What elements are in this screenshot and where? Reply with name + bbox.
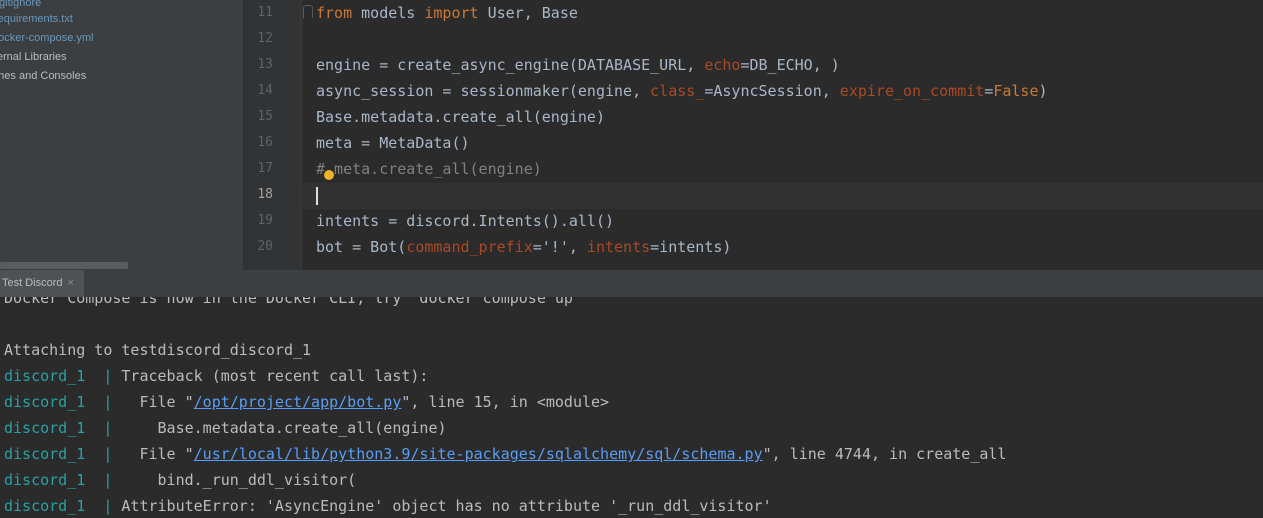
code-line[interactable]: intents = discord.Intents().all() [316,208,614,234]
line-number: 17 [257,161,273,176]
gutter-divider [300,0,301,270]
console-text: File " [121,393,194,411]
close-icon[interactable]: × [68,277,74,289]
service-prefix: discord_1 | [4,471,122,489]
console-text: Base.metadata.create_all(engine) [121,419,447,437]
code-token: meta = MetaData() [316,134,470,152]
code-token: User, Base [478,4,578,22]
service-prefix: discord_1 | [4,419,122,437]
code-token: =DB_ECHO, ) [740,56,840,74]
line-number: 11 [257,5,273,20]
code-token: bot = Bot( [316,238,407,256]
code-token: False [993,82,1039,100]
code-line[interactable]: meta = MetaData() [316,130,470,156]
line-number: 20 [257,239,273,254]
code-token: intents [586,238,651,256]
console-text: ", line 4744, in create_all [762,445,1007,463]
line-number: 19 [257,213,273,228]
code-token: ='!', [532,238,587,256]
code-token: expire_on_commit [839,82,985,100]
code-token: =AsyncSession, [704,82,840,100]
console-line: discord_1 | File "/usr/local/lib/python3… [4,441,1006,467]
code-token: = [984,82,994,100]
console-line: discord_1 | bind._run_ddl_visitor( [4,467,356,493]
console-line: Attaching to testdiscord_discord_1 [4,337,311,363]
line-number-current: 18 [257,187,273,202]
tree-item-docker-compose[interactable]: docker-compose.yml [0,29,93,48]
code-token: =intents) [650,238,732,256]
code-line[interactable]: engine = create_async_engine(DATABASE_UR… [316,52,840,78]
console-text: Traceback (most recent call last): [121,367,429,385]
lightbulb-icon[interactable] [324,170,334,180]
console-line: discord_1 | File "/opt/project/app/bot.p… [4,389,609,415]
fold-icon[interactable] [303,5,313,18]
project-tree: .gitignore requirements.txt docker-compo… [0,0,243,270]
console-text: ", line 15, in <module> [401,393,610,411]
code-token: # meta.create_all(engine) [316,160,542,178]
code-line[interactable]: bot = Bot(command_prefix='!', intents=in… [316,234,731,260]
code-token: ) [1038,82,1048,100]
code-token: class_ [650,82,705,100]
line-number: 13 [257,57,273,72]
tab-label: Test Discord [2,277,63,289]
current-line-highlight [303,183,1263,209]
code-token: import [424,4,479,22]
console-text: File " [121,445,194,463]
console-output[interactable]: Docker Compose is now in the Docker CLI,… [0,297,1263,518]
sidebar-scrollbar[interactable] [0,262,128,269]
tab-test-discord[interactable]: Test Discord × [0,270,84,297]
run-tool-window-header: Test Discord × [0,270,1263,298]
service-prefix: discord_1 | [4,445,122,463]
code-token: Base.metadata.create_all(engine) [316,108,605,126]
console-line: discord_1 | AttributeError: 'AsyncEngine… [4,493,772,518]
console-line: discord_1 | Base.metadata.create_all(eng… [4,415,447,441]
code-token: async_session = sessionmaker(engine, [316,82,651,100]
console-text: AttributeError: 'AsyncEngine' object has… [121,497,772,515]
code-line[interactable]: from models import User, Base [316,0,578,26]
line-number: 15 [257,109,273,124]
code-line[interactable]: async_session = sessionmaker(engine, cla… [316,78,1048,104]
code-token: models [352,4,425,22]
console-line: discord_1 | Traceback (most recent call … [4,363,428,389]
code-line[interactable]: Base.metadata.create_all(engine) [316,104,605,130]
line-number: 16 [257,135,273,150]
code-token: intents = discord.Intents().all() [316,212,615,230]
line-number: 14 [257,83,273,98]
console-text: bind._run_ddl_visitor( [121,471,357,489]
code-token: command_prefix [406,238,533,256]
line-number: 12 [257,31,273,46]
tree-item-external-libraries[interactable]: External Libraries [0,48,67,67]
tree-item-requirements[interactable]: requirements.txt [0,10,73,29]
tree-item-scratches[interactable]: Scratches and Consoles [0,67,86,86]
console-line: Docker Compose is now in the Docker CLI,… [4,297,582,311]
console-text: Docker Compose is now in the Docker CLI,… [4,297,582,307]
code-token: echo [704,56,741,74]
service-prefix: discord_1 | [4,393,122,411]
code-token: from [316,4,353,22]
code-line[interactable]: # meta.create_all(engine) [316,156,542,182]
console-text: Attaching to testdiscord_discord_1 [4,341,312,359]
service-prefix: discord_1 | [4,497,122,515]
code-token: engine = create_async_engine(DATABASE_UR… [316,56,705,74]
service-prefix: discord_1 | [4,367,122,385]
file-link[interactable]: /opt/project/app/bot.py [194,393,402,411]
text-caret [316,187,318,205]
file-link[interactable]: /usr/local/lib/python3.9/site-packages/s… [194,445,763,463]
